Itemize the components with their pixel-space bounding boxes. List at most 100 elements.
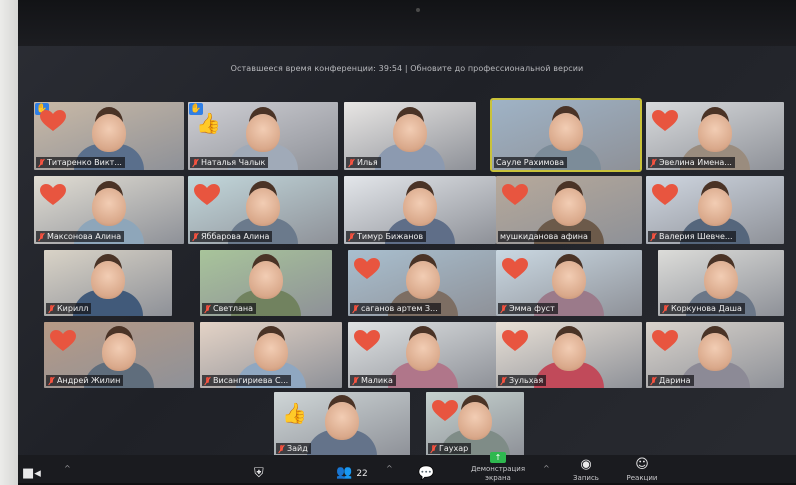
participant-tile[interactable]: Эвелина Имена... xyxy=(646,102,784,170)
participant-tile[interactable]: ✋ Титаренко Викт... xyxy=(34,102,184,170)
participant-name: Зайд xyxy=(287,444,308,453)
mic-muted-icon xyxy=(48,304,55,313)
participant-name: Зульхая xyxy=(509,376,544,385)
participant-face xyxy=(246,188,280,226)
participant-name-tag: Дарина xyxy=(648,375,694,386)
participant-name: Малика xyxy=(361,376,393,385)
participant-name-tag: саганов артем З... xyxy=(350,303,441,314)
thumbs-up-reaction-icon: 👍 xyxy=(282,401,307,425)
participant-tile[interactable]: Сауле Рахимова xyxy=(490,98,642,172)
share-options-caret[interactable]: ^ xyxy=(543,464,550,473)
participant-tile[interactable]: саганов артем З... xyxy=(348,250,498,316)
participant-face xyxy=(406,261,440,299)
video-options-caret[interactable]: ^ xyxy=(64,464,71,473)
participant-name-tag: Висангириева С... xyxy=(202,375,292,386)
chat-button[interactable]: 💬 xyxy=(418,467,434,483)
meeting-toolbar: ■◂ ^ ⛨ 👥 22 ^ 💬 ↑ Демонстрация экрана ^ … xyxy=(18,452,796,485)
security-button[interactable]: ⛨ xyxy=(254,467,264,483)
heart-reaction-icon xyxy=(354,258,380,280)
participant-face xyxy=(102,333,136,371)
shield-icon: ⛨ xyxy=(254,466,264,481)
participant-face xyxy=(549,113,583,151)
meeting-window: Оставшееся время конференции: 39:54 | Об… xyxy=(18,46,796,485)
participant-tile[interactable]: Гаухар xyxy=(426,392,524,456)
mic-muted-icon xyxy=(650,158,657,167)
heart-reaction-icon xyxy=(40,184,66,206)
participant-tile[interactable]: Тимур Бижанов xyxy=(344,176,496,244)
participant-face xyxy=(552,333,586,371)
participant-name-tag: Зайд xyxy=(276,443,311,454)
webcam-dot xyxy=(416,8,420,12)
participant-face xyxy=(254,333,288,371)
mic-muted-icon xyxy=(48,376,55,385)
participant-tile[interactable]: Кирилл xyxy=(44,250,172,316)
participant-face xyxy=(698,114,732,152)
mic-muted-icon xyxy=(352,376,359,385)
participant-tile[interactable]: Максонова Алина xyxy=(34,176,184,244)
participant-tile[interactable]: Светлана xyxy=(200,250,332,316)
heart-reaction-icon xyxy=(652,184,678,206)
participant-tile[interactable]: 👍 Зайд xyxy=(274,392,410,456)
participant-name: Максонова Алина xyxy=(47,232,122,241)
mic-muted-icon xyxy=(192,232,199,241)
participant-face xyxy=(698,333,732,371)
participants-options-caret[interactable]: ^ xyxy=(386,464,393,473)
participant-face xyxy=(552,261,586,299)
participant-tile[interactable]: Малика xyxy=(348,322,498,388)
participant-name: Эвелина Имена... xyxy=(659,158,732,167)
meeting-time-banner[interactable]: Оставшееся время конференции: 39:54 | Об… xyxy=(18,64,796,73)
heart-reaction-icon xyxy=(502,184,528,206)
reactions-label: Реакции xyxy=(626,474,658,482)
mic-muted-icon xyxy=(38,232,45,241)
participant-tile[interactable]: Илья xyxy=(344,102,476,170)
participant-tile[interactable]: Зульхая xyxy=(496,322,642,388)
participant-tile[interactable]: Эмма фуст xyxy=(496,250,642,316)
heart-reaction-icon xyxy=(652,110,678,132)
participant-tile[interactable]: Дарина xyxy=(646,322,784,388)
participant-tile[interactable]: Андрей Жилин xyxy=(44,322,194,388)
participant-name-tag: Эмма фуст xyxy=(498,303,558,314)
participant-name: Валерия Шевче... xyxy=(659,232,733,241)
participant-name: Эмма фуст xyxy=(509,304,555,313)
participant-face xyxy=(704,261,738,299)
video-button[interactable]: ■◂ xyxy=(22,467,41,483)
participant-name-tag: Кирилл xyxy=(46,303,92,314)
participant-face xyxy=(698,188,732,226)
participant-tile[interactable]: ✋ 👍 Наталья Чалык xyxy=(188,102,338,170)
participants-button[interactable]: 👥 22 xyxy=(336,466,368,483)
mic-muted-icon xyxy=(348,232,355,241)
mic-muted-icon xyxy=(650,232,657,241)
participant-name: Андрей Жилин xyxy=(57,376,121,385)
mic-muted-icon xyxy=(430,444,437,453)
participant-tile[interactable]: мушкиданова афина xyxy=(496,176,642,244)
participant-face xyxy=(458,402,492,440)
participant-name: Висангириева С... xyxy=(213,376,289,385)
share-screen-label: Демонстрация экрана xyxy=(470,465,526,482)
participant-face xyxy=(406,333,440,371)
participant-tile[interactable]: Валерия Шевче... xyxy=(646,176,784,244)
mic-muted-icon xyxy=(204,304,211,313)
heart-reaction-icon xyxy=(194,184,220,206)
share-screen-icon: ↑ xyxy=(490,452,506,463)
participant-tile[interactable]: Висангириева С... xyxy=(200,322,342,388)
record-button[interactable]: ◉ Запись xyxy=(566,458,606,483)
share-screen-button[interactable]: ↑ Демонстрация экрана xyxy=(458,452,538,483)
heart-reaction-icon xyxy=(50,330,76,352)
participant-name: Сауле Рахимова xyxy=(496,158,565,167)
participant-name-tag: Тимур Бижанов xyxy=(346,231,427,242)
heart-reaction-icon xyxy=(652,330,678,352)
participant-name-tag: Наталья Чалык xyxy=(190,157,269,168)
participant-tile[interactable]: Яббарова Алина xyxy=(188,176,338,244)
mic-muted-icon xyxy=(500,304,507,313)
participant-name: саганов артем З... xyxy=(361,304,438,313)
participant-name-tag: Светлана xyxy=(202,303,257,314)
participant-face xyxy=(246,114,280,152)
participant-tile[interactable]: Коркунова Даша xyxy=(658,250,784,316)
heart-reaction-icon xyxy=(502,330,528,352)
participant-name: Илья xyxy=(357,158,378,167)
participant-name-tag: Валерия Шевче... xyxy=(648,231,736,242)
participants-icon: 👥 22 xyxy=(336,465,368,480)
participant-name-tag: Илья xyxy=(346,157,381,168)
participant-face xyxy=(552,188,586,226)
reactions-button[interactable]: ☺ Реакции xyxy=(622,458,662,483)
